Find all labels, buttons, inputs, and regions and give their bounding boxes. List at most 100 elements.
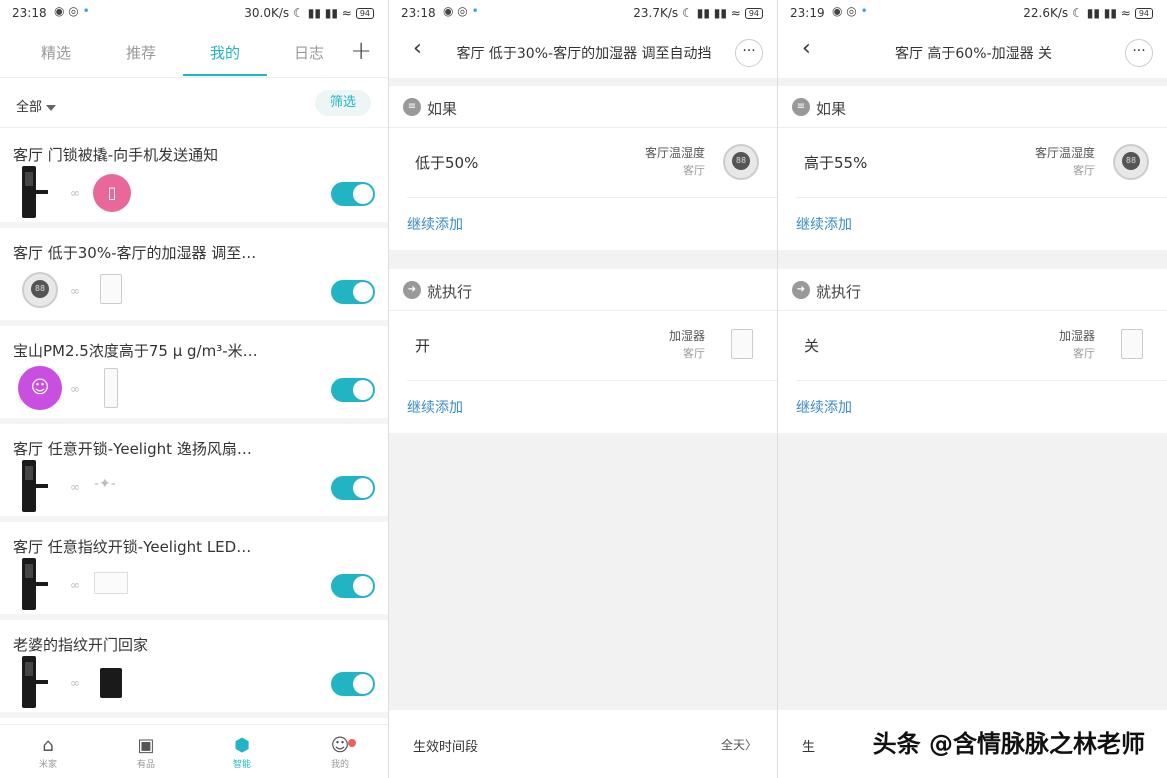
effective-time-value: 全天〉: [721, 736, 757, 753]
scene-detail-screen: 23:19 ◉ ◎ • 22.6K/s ☾ ▮▮ ▮▮ ≈ 94 ‹ 客厅 高于…: [778, 0, 1167, 778]
door-lock-icon: [22, 656, 48, 708]
nav-home[interactable]: ⌂ 米家: [18, 735, 78, 770]
back-arrow-icon[interactable]: ‹: [413, 36, 422, 61]
page-title: 客厅 低于30%-客厅的加湿器 调至自动挡: [456, 46, 712, 62]
battery-icon: 94: [744, 7, 763, 19]
scene-item[interactable]: 客厅 低于30%-客厅的加湿器 调至… ∞: [0, 228, 388, 326]
condition-device: 客厅温湿度: [1034, 146, 1095, 160]
back-arrow-icon[interactable]: ‹: [802, 36, 811, 61]
scene-toggle[interactable]: [331, 672, 375, 696]
status-right: 30.0K/s ☾ ▮▮ ▮▮ ≈ 94: [244, 6, 374, 20]
notification-icons: ◉ ◎ •: [443, 4, 479, 18]
filter-button[interactable]: 筛选: [315, 90, 371, 116]
scene-toggle[interactable]: [331, 280, 375, 304]
add-condition[interactable]: 继续添加: [778, 198, 1167, 250]
scene-toggle[interactable]: [331, 574, 375, 598]
home-icon: ⌂: [42, 735, 54, 756]
battery-icon: 94: [1134, 7, 1153, 19]
scene-item[interactable]: 客厅 门锁被撬-向手机发送通知 ∞ ▯: [0, 130, 388, 228]
condition-room: 客厅: [1073, 164, 1095, 177]
scene-item[interactable]: 客厅 任意指纹开锁-Yeelight LED… ∞: [0, 522, 388, 620]
add-action[interactable]: 继续添加: [389, 381, 777, 433]
tab-mine[interactable]: 我的: [210, 42, 240, 63]
humidifier-icon: [100, 274, 122, 304]
arrow-right-icon: ➜: [403, 281, 421, 299]
if-label: 如果: [427, 100, 458, 118]
scene-item[interactable]: 宝山PM2.5浓度高于75 μ g/m³-米… ☺ ∞: [0, 326, 388, 424]
scene-item[interactable]: 老婆的指纹开门回家 ∞: [0, 620, 388, 718]
effective-time-row[interactable]: 生效时间段 全天〉: [389, 710, 777, 778]
condition-device: 客厅温湿度: [644, 146, 705, 160]
status-bar: 23:18 ◉ ◎ • 23.7K/s ☾ ▮▮ ▮▮ ≈ 94: [389, 0, 777, 26]
network-speed: 22.6K/s: [1023, 6, 1069, 20]
humidifier-icon: [1121, 329, 1143, 359]
active-tab-indicator: [183, 74, 267, 76]
top-tabs: 精选 推荐 我的 日志 +: [0, 30, 388, 78]
action-room: 客厅: [1073, 347, 1095, 360]
effective-time-label: 生: [802, 740, 816, 755]
scene-toggle[interactable]: [331, 476, 375, 500]
status-right: 22.6K/s ☾ ▮▮ ▮▮ ≈ 94: [1023, 6, 1153, 20]
scene-title: 老婆的指纹开门回家: [13, 636, 149, 654]
plus-icon[interactable]: +: [350, 36, 372, 66]
chevron-right-icon: 〉: [744, 738, 757, 752]
link-icon: ∞: [70, 480, 80, 494]
page-header: ‹ 客厅 低于30%-客厅的加湿器 调至自动挡 ···: [389, 26, 777, 78]
scene-toggle[interactable]: [331, 182, 375, 206]
status-time: 23:19: [790, 6, 825, 20]
nav-profile[interactable]: ☺ 我的: [310, 735, 370, 770]
add-action[interactable]: 继续添加: [778, 381, 1167, 433]
condition-row[interactable]: 高于55% 客厅温湿度 客厅: [778, 128, 1167, 198]
scene-title: 客厅 门锁被撬-向手机发送通知: [13, 146, 219, 164]
action-text: 关: [804, 337, 820, 355]
add-condition-label: 继续添加: [796, 217, 852, 233]
scene-toggle[interactable]: [331, 378, 375, 402]
action-row[interactable]: 开 加湿器 客厅: [389, 311, 777, 381]
phone-notify-icon: ▯: [93, 174, 131, 212]
then-label: 就执行: [816, 283, 862, 301]
filter-all-label: 全部: [16, 100, 43, 115]
scene-title: 客厅 任意指纹开锁-Yeelight LED…: [13, 538, 252, 556]
notification-icons: ◉ ◎ •: [54, 4, 90, 18]
tab-featured[interactable]: 精选: [41, 42, 71, 63]
condition-row[interactable]: 低于50% 客厅温湿度 客厅: [389, 128, 777, 198]
signal-icon: ☾ ▮▮ ▮▮ ≈: [293, 6, 352, 20]
shop-icon: ▣: [137, 735, 155, 756]
link-icon: ∞: [70, 284, 80, 298]
tab-log[interactable]: 日志: [294, 42, 324, 63]
link-icon: ∞: [70, 578, 80, 592]
condition-text: 高于55%: [804, 154, 868, 172]
nav-smart[interactable]: ⬢ 智能: [212, 735, 272, 770]
status-bar: 23:19 ◉ ◎ • 22.6K/s ☾ ▮▮ ▮▮ ≈ 94: [778, 0, 1167, 26]
more-icon[interactable]: ···: [735, 39, 763, 67]
then-section-header: ➜ 就执行: [389, 269, 777, 311]
tab-recommended[interactable]: 推荐: [126, 42, 156, 63]
more-icon[interactable]: ···: [1125, 39, 1153, 67]
humidity-sensor-icon: [723, 144, 759, 180]
scene-item[interactable]: 客厅 任意开锁-Yeelight 逸扬风扇… ∞ -✦-: [0, 424, 388, 522]
caret-down-icon: [46, 104, 57, 111]
status-right: 23.7K/s ☾ ▮▮ ▮▮ ≈ 94: [633, 6, 763, 20]
humidity-sensor-icon: [1113, 144, 1149, 180]
air-purifier-icon: [104, 368, 118, 408]
arrow-right-icon: ➜: [792, 281, 810, 299]
network-speed: 23.7K/s: [633, 6, 679, 20]
scene-title: 客厅 低于30%-客厅的加湿器 调至…: [13, 244, 257, 262]
humidifier-icon: [731, 329, 753, 359]
signal-icon: ☾ ▮▮ ▮▮ ≈: [1072, 6, 1131, 20]
condition-room: 客厅: [683, 164, 705, 177]
filter-all-dropdown[interactable]: 全部: [16, 96, 57, 115]
link-icon: ∞: [70, 382, 80, 396]
action-row[interactable]: 关 加湿器 客厅: [778, 311, 1167, 381]
nav-shop[interactable]: ▣ 有品: [116, 735, 176, 770]
watermark: 头条 @含情脉脉之林老师: [872, 730, 1145, 758]
notification-icons: ◉ ◎ •: [832, 4, 868, 18]
fan-lamp-icon: -✦-: [94, 476, 116, 492]
profile-icon: ☺: [330, 735, 350, 756]
add-condition-label: 继续添加: [407, 217, 463, 233]
add-condition[interactable]: 继续添加: [389, 198, 777, 250]
network-speed: 30.0K/s: [244, 6, 290, 20]
page-header: ‹ 客厅 高于60%-加湿器 关 ···: [778, 26, 1167, 78]
nav-profile-label: 我的: [330, 760, 349, 770]
list-icon: ≡: [792, 98, 810, 116]
